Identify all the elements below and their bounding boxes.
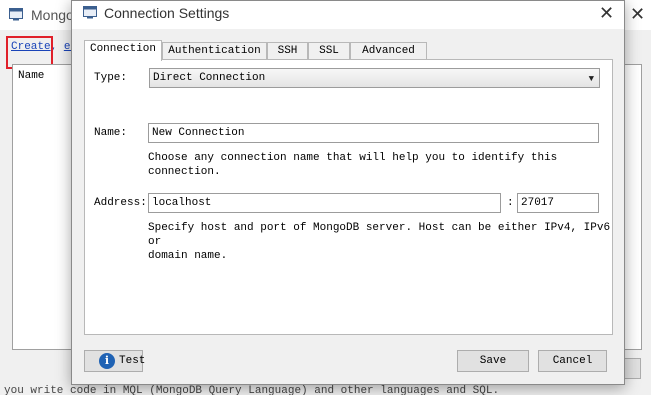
dialog-titlebar: Connection Settings ✕ bbox=[72, 1, 624, 29]
info-icon: i bbox=[99, 353, 115, 369]
tab-ssh[interactable]: SSH bbox=[267, 42, 308, 60]
cancel-button[interactable]: Cancel bbox=[538, 350, 607, 372]
cancel-button-label: Cancel bbox=[552, 355, 593, 367]
type-label: Type: bbox=[94, 72, 128, 84]
port-input[interactable]: 27017 bbox=[517, 193, 599, 213]
address-help-line: Specify host and port of MongoDB server.… bbox=[148, 222, 611, 248]
address-help-text: Specify host and port of MongoDB server.… bbox=[148, 221, 612, 263]
connection-type-value: Direct Connection bbox=[153, 72, 266, 84]
window-app-icon bbox=[83, 6, 97, 19]
save-button-label: Save bbox=[479, 355, 507, 367]
tab-label: Authentication bbox=[168, 45, 261, 57]
tab-label: Connection bbox=[89, 43, 156, 55]
window-app-icon bbox=[9, 8, 23, 21]
close-icon[interactable]: ✕ bbox=[630, 5, 645, 23]
connection-settings-dialog: Connection Settings ✕ Connection Authent… bbox=[71, 0, 625, 385]
tab-label: SSH bbox=[277, 45, 298, 57]
tab-label: Advanced bbox=[362, 45, 415, 57]
address-help-line: domain name. bbox=[148, 250, 228, 262]
tab-connection[interactable]: Connection bbox=[84, 40, 162, 61]
host-input[interactable]: localhost bbox=[148, 193, 501, 213]
tab-authentication[interactable]: Authentication bbox=[162, 42, 267, 60]
name-label: Name: bbox=[94, 127, 128, 139]
connection-type-select[interactable]: Direct Connection ▼ bbox=[149, 68, 600, 88]
test-button[interactable]: i Test bbox=[84, 350, 146, 372]
port-separator: : bbox=[507, 197, 514, 209]
save-button[interactable]: Save bbox=[457, 350, 529, 372]
column-header-name[interactable]: Name bbox=[18, 70, 44, 82]
main-window-title: Mongo bbox=[31, 7, 74, 23]
dialog-title: Connection Settings bbox=[104, 5, 230, 21]
tab-label: SSL bbox=[319, 45, 339, 57]
status-text: you write code in MQL (MongoDB Query Lan… bbox=[4, 385, 500, 395]
test-button-label: Test bbox=[119, 355, 146, 367]
connection-tab-panel: Type: Direct Connection ▼ Name: New Conn… bbox=[84, 59, 613, 335]
address-label: Address: bbox=[94, 197, 147, 209]
connection-name-input[interactable]: New Connection bbox=[148, 123, 599, 143]
chevron-down-icon: ▼ bbox=[588, 74, 594, 84]
name-help-text: Choose any connection name that will hel… bbox=[148, 152, 558, 178]
tab-advanced[interactable]: Advanced bbox=[350, 42, 427, 60]
close-icon[interactable]: ✕ bbox=[599, 4, 614, 22]
tab-ssl[interactable]: SSL bbox=[308, 42, 350, 60]
